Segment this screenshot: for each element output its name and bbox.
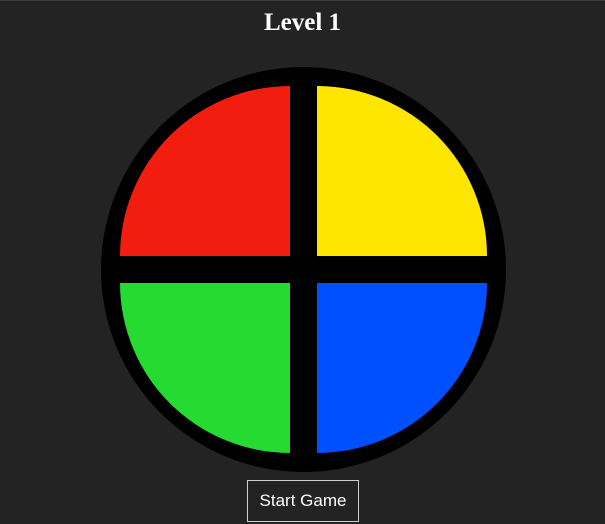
simon-board: [101, 67, 506, 472]
top-border: [0, 0, 605, 1]
red-pad[interactable]: [120, 86, 290, 256]
start-game-button[interactable]: Start Game: [247, 480, 359, 522]
level-title: Level 1: [263, 9, 342, 36]
yellow-pad[interactable]: [317, 86, 487, 256]
blue-pad[interactable]: [317, 283, 487, 453]
green-pad[interactable]: [120, 283, 290, 453]
